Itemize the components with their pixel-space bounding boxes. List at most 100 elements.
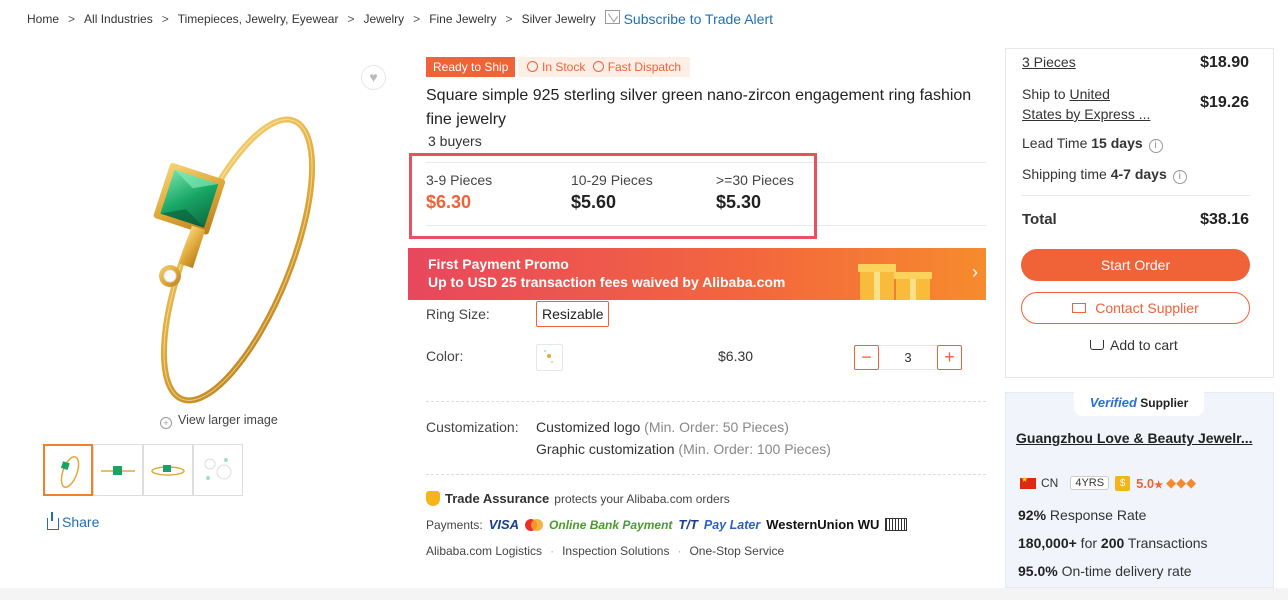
rating-value: 5.0 [1136,475,1155,491]
pay-later-logo: Pay Later [703,517,761,532]
customization-name: Customized logo [536,419,641,435]
supplier-country: CN [1041,476,1059,490]
contact-supplier-label: Contact Supplier [1095,300,1199,316]
color-label: Color: [426,348,464,364]
divider [426,401,986,402]
share-label: Share [62,514,100,530]
shipping-row: Ship to United States by Express ... $19… [1022,84,1249,124]
pieces-price: $18.90 [1200,54,1249,71]
separator-dot: · [677,544,682,558]
thumbnail-3[interactable] [143,444,193,496]
customization-min-order: (Min. Order: 100 Pieces) [678,441,831,457]
verified-label: Verified [1089,395,1137,410]
boleto-logo [885,518,908,531]
first-payment-promo-banner[interactable]: First Payment Promo Up to USD 25 transac… [408,248,986,300]
services-links: Alibaba.com Logistics · Inspection Soluti… [426,544,784,558]
transactions-value: 180,000+ [1018,535,1077,551]
color-swatch-image [544,350,553,363]
buyers-count: 3 buyers [428,133,482,149]
shipping-price: $19.26 [1200,94,1249,111]
color-unit-price: $6.30 [718,348,754,364]
china-flag-icon [1020,475,1036,489]
share-button[interactable]: Share [47,512,100,530]
supplier-label: Supplier [1140,396,1189,410]
info-icon[interactable]: i [1172,170,1187,184]
quantity-stepper: − 3 + [854,345,962,370]
breadcrumb-timepieces[interactable]: Timepieces, Jewelry, Eyewear [178,12,339,26]
zoom-icon: + [160,417,172,429]
service-one-stop-link[interactable]: One-Stop Service [689,544,784,558]
share-icon [47,512,59,530]
favorite-heart-icon[interactable]: ♥ [361,65,386,90]
view-larger-image-link[interactable]: + View larger image [160,413,278,429]
view-larger-label: View larger image [178,413,278,427]
subscribe-trade-alert-link[interactable]: Subscribe to Trade Alert [624,11,773,27]
shipping-time-value: 4-7 days [1110,166,1167,182]
increase-quantity-button[interactable]: + [937,345,962,370]
add-to-cart-button[interactable]: Add to cart [1090,337,1178,353]
contact-supplier-button[interactable]: Contact Supplier [1021,292,1250,324]
in-stock-badge: In Stock Fast Dispatch [518,57,691,77]
quantity-input[interactable]: 3 [879,345,937,370]
lead-time-label: Lead Time [1022,135,1092,151]
service-logistics-link[interactable]: Alibaba.com Logistics [426,544,542,558]
separator-dot: · [550,544,555,558]
customization-name: Graphic customization [536,441,675,457]
thumbnail-4[interactable] [193,444,243,496]
breadcrumb-separator: > [413,12,421,26]
supplier-name-link[interactable]: Guangzhou Love & Beauty Jewelr... [1016,430,1253,446]
service-inspection-link[interactable]: Inspection Solutions [562,544,669,558]
total-row: Total $38.16 [1022,211,1249,228]
add-to-cart-label: Add to cart [1110,337,1178,353]
breadcrumb-fine-jewelry[interactable]: Fine Jewelry [429,12,496,26]
tt-logo: T/T [678,517,698,532]
in-stock-label: In Stock [542,60,586,74]
mastercard-logo [525,518,544,531]
lead-time-row: Lead Time 15 days i [1022,135,1249,153]
gold-supplier-icon: $ [1115,475,1131,491]
breadcrumb-all-industries[interactable]: All Industries [84,12,153,26]
ring-size-option-resizable[interactable]: Resizable [536,301,610,327]
decrease-quantity-button[interactable]: − [854,345,879,370]
breadcrumb-home[interactable]: Home [27,12,59,26]
customization-min-order: (Min. Order: 50 Pieces) [644,419,789,435]
lead-time-value: 15 days [1091,135,1143,151]
customization-logo: Customized logo (Min. Order: 50 Pieces) [536,419,789,435]
pieces-link[interactable]: 3 Pieces [1022,54,1076,70]
on-time-label: On-time delivery rate [1057,563,1192,579]
western-union-logo: WesternUnion WU [766,517,880,532]
envelope-icon [1072,303,1087,313]
start-order-button[interactable]: Start Order [1021,249,1250,281]
response-rate-value: 92% [1018,507,1047,523]
trade-assurance[interactable]: Trade Assurance protects your Alibaba.co… [426,491,730,506]
trade-assurance-shield-icon [426,491,440,506]
total-value: $38.16 [1200,211,1249,228]
customization-label: Customization: [426,419,519,435]
total-label: Total [1022,211,1057,228]
thumb-ring-icon [151,465,185,476]
thumb-jewelry-set-icon [204,458,232,480]
fast-dispatch-label: Fast Dispatch [607,60,682,74]
color-swatch[interactable] [536,344,563,371]
ship-method-link[interactable]: States by Express ... [1022,106,1150,122]
ship-to-label: Ship to [1022,86,1070,102]
main-product-image[interactable] [100,95,330,405]
breadcrumb-separator: > [161,12,169,26]
response-rate: 92% Response Rate [1018,507,1146,523]
breadcrumb-silver-jewelry[interactable]: Silver Jewelry [522,12,596,26]
divider [1021,195,1250,196]
info-icon[interactable]: i [1148,139,1163,153]
trade-assurance-text: protects your Alibaba.com orders [554,491,730,506]
order-panel: 3 Pieces $18.90 Ship to United States by… [1005,48,1274,378]
thumbnail-1[interactable] [43,444,93,496]
divider [426,474,986,475]
ship-country-link[interactable]: United [1069,86,1109,102]
thumb-ring-icon [60,456,80,488]
breadcrumb-separator: > [505,12,513,26]
shipping-time-label: Shipping time [1022,166,1111,182]
thumbnail-2[interactable] [93,444,143,496]
breadcrumb-jewelry[interactable]: Jewelry [363,12,404,26]
transactions-label: Transactions [1124,535,1208,551]
product-title: Square simple 925 sterling silver green … [426,87,972,128]
price-highlight-box [409,153,817,239]
